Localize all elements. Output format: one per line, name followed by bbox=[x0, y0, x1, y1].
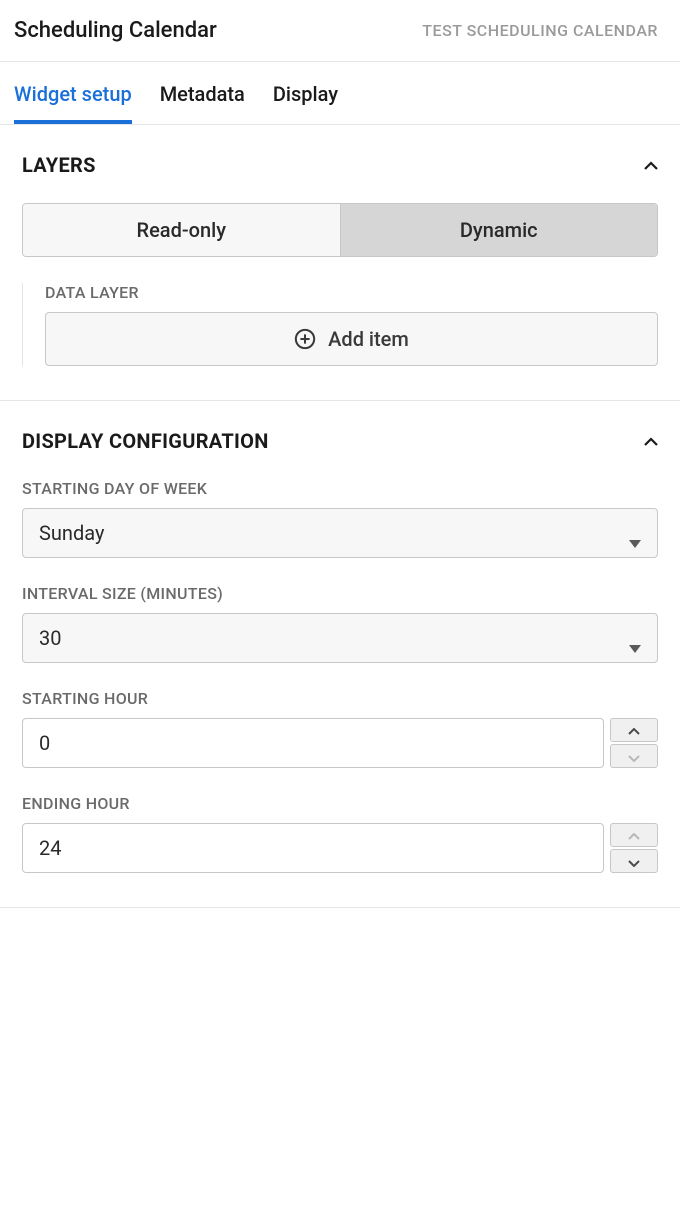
starting-hour-label: STARTING HOUR bbox=[22, 689, 658, 708]
starting-hour-input[interactable] bbox=[22, 718, 604, 768]
data-layer-block: DATA LAYER Add item bbox=[22, 283, 658, 366]
chevron-up-icon bbox=[628, 826, 640, 845]
layers-section-header[interactable]: LAYERS bbox=[22, 153, 658, 177]
ending-hour-label: ENDING HOUR bbox=[22, 794, 658, 813]
tab-widget-setup[interactable]: Widget setup bbox=[14, 62, 132, 124]
segment-read-only[interactable]: Read-only bbox=[23, 204, 341, 256]
layer-type-segmented: Read-only Dynamic bbox=[22, 203, 658, 257]
interval-label: INTERVAL SIZE (MINUTES) bbox=[22, 584, 658, 603]
layers-section-title: LAYERS bbox=[22, 153, 96, 177]
add-item-button[interactable]: Add item bbox=[45, 312, 658, 366]
display-config-section: DISPLAY CONFIGURATION STARTING DAY OF WE… bbox=[0, 401, 680, 908]
tab-bar: Widget setup Metadata Display bbox=[0, 62, 680, 125]
starting-hour-field: STARTING HOUR bbox=[22, 689, 658, 768]
ending-hour-field: ENDING HOUR bbox=[22, 794, 658, 873]
starting-day-label: STARTING DAY OF WEEK bbox=[22, 479, 658, 498]
plus-circle-icon bbox=[294, 328, 316, 350]
display-config-section-header[interactable]: DISPLAY CONFIGURATION bbox=[22, 429, 658, 453]
starting-day-select[interactable]: Sunday bbox=[22, 508, 658, 558]
layers-section: LAYERS Read-only Dynamic DATA LAYER Add … bbox=[0, 125, 680, 401]
chevron-down-icon bbox=[628, 747, 640, 766]
page-title: Scheduling Calendar bbox=[14, 18, 217, 43]
ending-hour-step-down[interactable] bbox=[610, 849, 658, 873]
starting-hour-step-down bbox=[610, 744, 658, 768]
ending-hour-stepper bbox=[610, 823, 658, 873]
chevron-up-icon bbox=[628, 721, 640, 740]
segment-dynamic[interactable]: Dynamic bbox=[341, 204, 658, 256]
interval-select[interactable]: 30 bbox=[22, 613, 658, 663]
tab-metadata[interactable]: Metadata bbox=[160, 62, 245, 124]
starting-day-value: Sunday bbox=[39, 521, 104, 545]
starting-day-field: STARTING DAY OF WEEK Sunday bbox=[22, 479, 658, 558]
starting-hour-step-up[interactable] bbox=[610, 718, 658, 742]
interval-field: INTERVAL SIZE (MINUTES) 30 bbox=[22, 584, 658, 663]
triangle-down-icon bbox=[629, 529, 641, 537]
ending-hour-input[interactable] bbox=[22, 823, 604, 873]
page-subtitle: TEST SCHEDULING CALENDAR bbox=[422, 21, 658, 40]
ending-hour-step-up bbox=[610, 823, 658, 847]
interval-value: 30 bbox=[39, 626, 61, 650]
page-header: Scheduling Calendar TEST SCHEDULING CALE… bbox=[0, 0, 680, 62]
tab-display[interactable]: Display bbox=[273, 62, 338, 124]
data-layer-label: DATA LAYER bbox=[45, 283, 658, 302]
starting-hour-stepper bbox=[610, 718, 658, 768]
display-config-section-title: DISPLAY CONFIGURATION bbox=[22, 429, 269, 453]
triangle-down-icon bbox=[629, 634, 641, 642]
chevron-up-icon bbox=[644, 158, 658, 172]
add-item-label: Add item bbox=[328, 327, 409, 351]
chevron-down-icon bbox=[628, 852, 640, 871]
chevron-up-icon bbox=[644, 434, 658, 448]
